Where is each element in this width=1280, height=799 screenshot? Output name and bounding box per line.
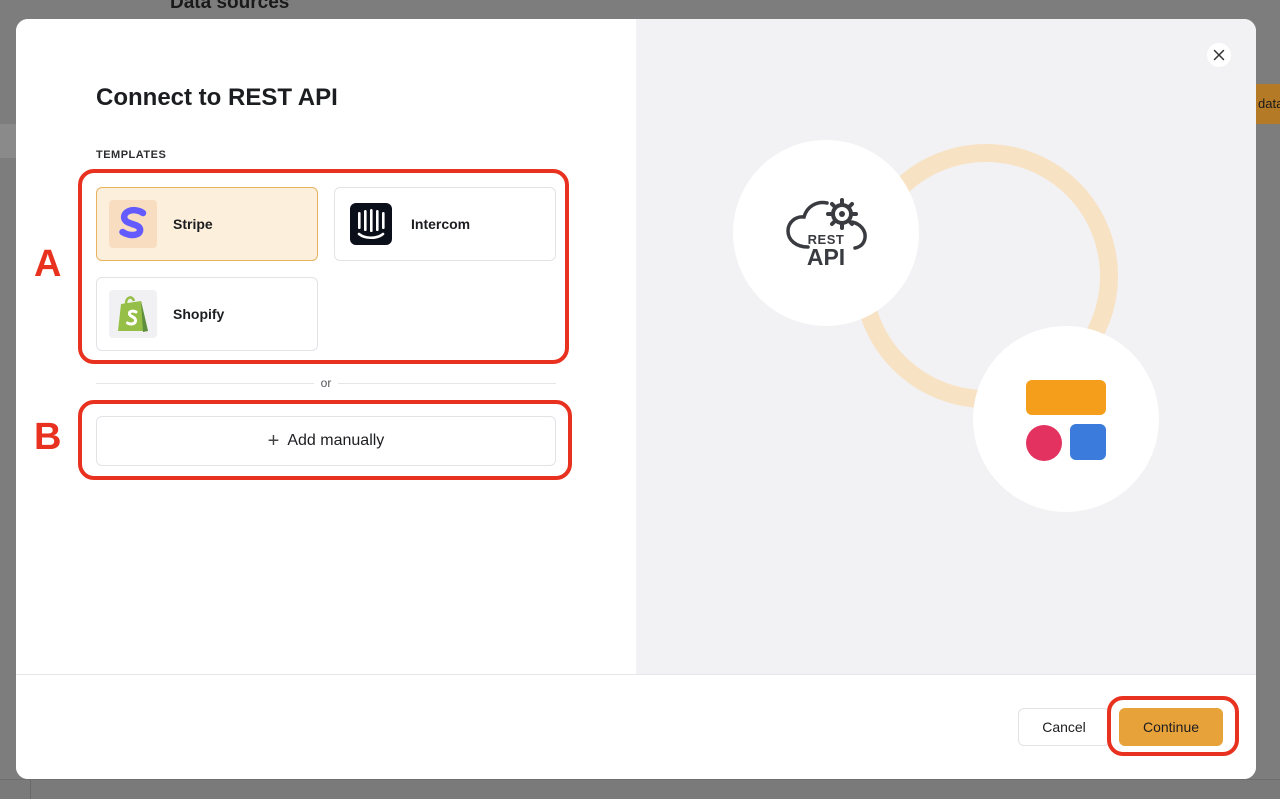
template-card-shopify[interactable]: Shopify xyxy=(96,277,318,351)
rest-api-illustration xyxy=(733,140,1159,512)
template-card-label: Shopify xyxy=(173,306,225,322)
template-card-intercom[interactable]: Intercom xyxy=(334,187,556,261)
annotation-label-b: B xyxy=(34,416,62,458)
close-button[interactable] xyxy=(1207,43,1231,67)
annotation-label-a: A xyxy=(34,243,62,285)
background-page-title: Data sources xyxy=(170,0,290,13)
stripe-logo-icon xyxy=(109,200,157,248)
background-footer-divider xyxy=(30,779,31,799)
background-row xyxy=(0,124,16,158)
pink-circle-icon xyxy=(1026,425,1062,461)
templates-section-label: TEMPLATES xyxy=(96,149,167,161)
modal-left-pane: Connect to REST API TEMPLATES Stripe Int… xyxy=(16,19,636,674)
illustration-pane: REST API xyxy=(636,19,1256,674)
plus-icon: + xyxy=(267,430,280,452)
modal-title: Connect to REST API xyxy=(96,84,338,111)
background-footer xyxy=(0,779,1280,799)
add-manually-button[interactable]: + Add manually xyxy=(96,416,556,466)
connect-rest-api-modal: Connect to REST API TEMPLATES Stripe Int… xyxy=(16,19,1256,779)
api-text: API xyxy=(806,244,846,270)
or-text: or xyxy=(314,375,338,391)
close-icon xyxy=(1213,49,1225,61)
template-card-label: Intercom xyxy=(411,216,471,232)
intercom-logo-icon xyxy=(347,200,395,248)
orange-tile-icon xyxy=(1026,380,1106,415)
cancel-button[interactable]: Cancel xyxy=(1018,708,1110,746)
template-card-stripe[interactable]: Stripe xyxy=(96,187,318,261)
add-manually-label: Add manually xyxy=(287,432,385,449)
continue-button[interactable]: Continue xyxy=(1119,708,1223,746)
shopify-logo-icon xyxy=(109,290,157,338)
or-divider: or xyxy=(96,375,556,391)
template-card-label: Stripe xyxy=(173,216,213,232)
background-data-button: data xyxy=(1252,84,1280,124)
blue-square-icon xyxy=(1070,424,1106,460)
